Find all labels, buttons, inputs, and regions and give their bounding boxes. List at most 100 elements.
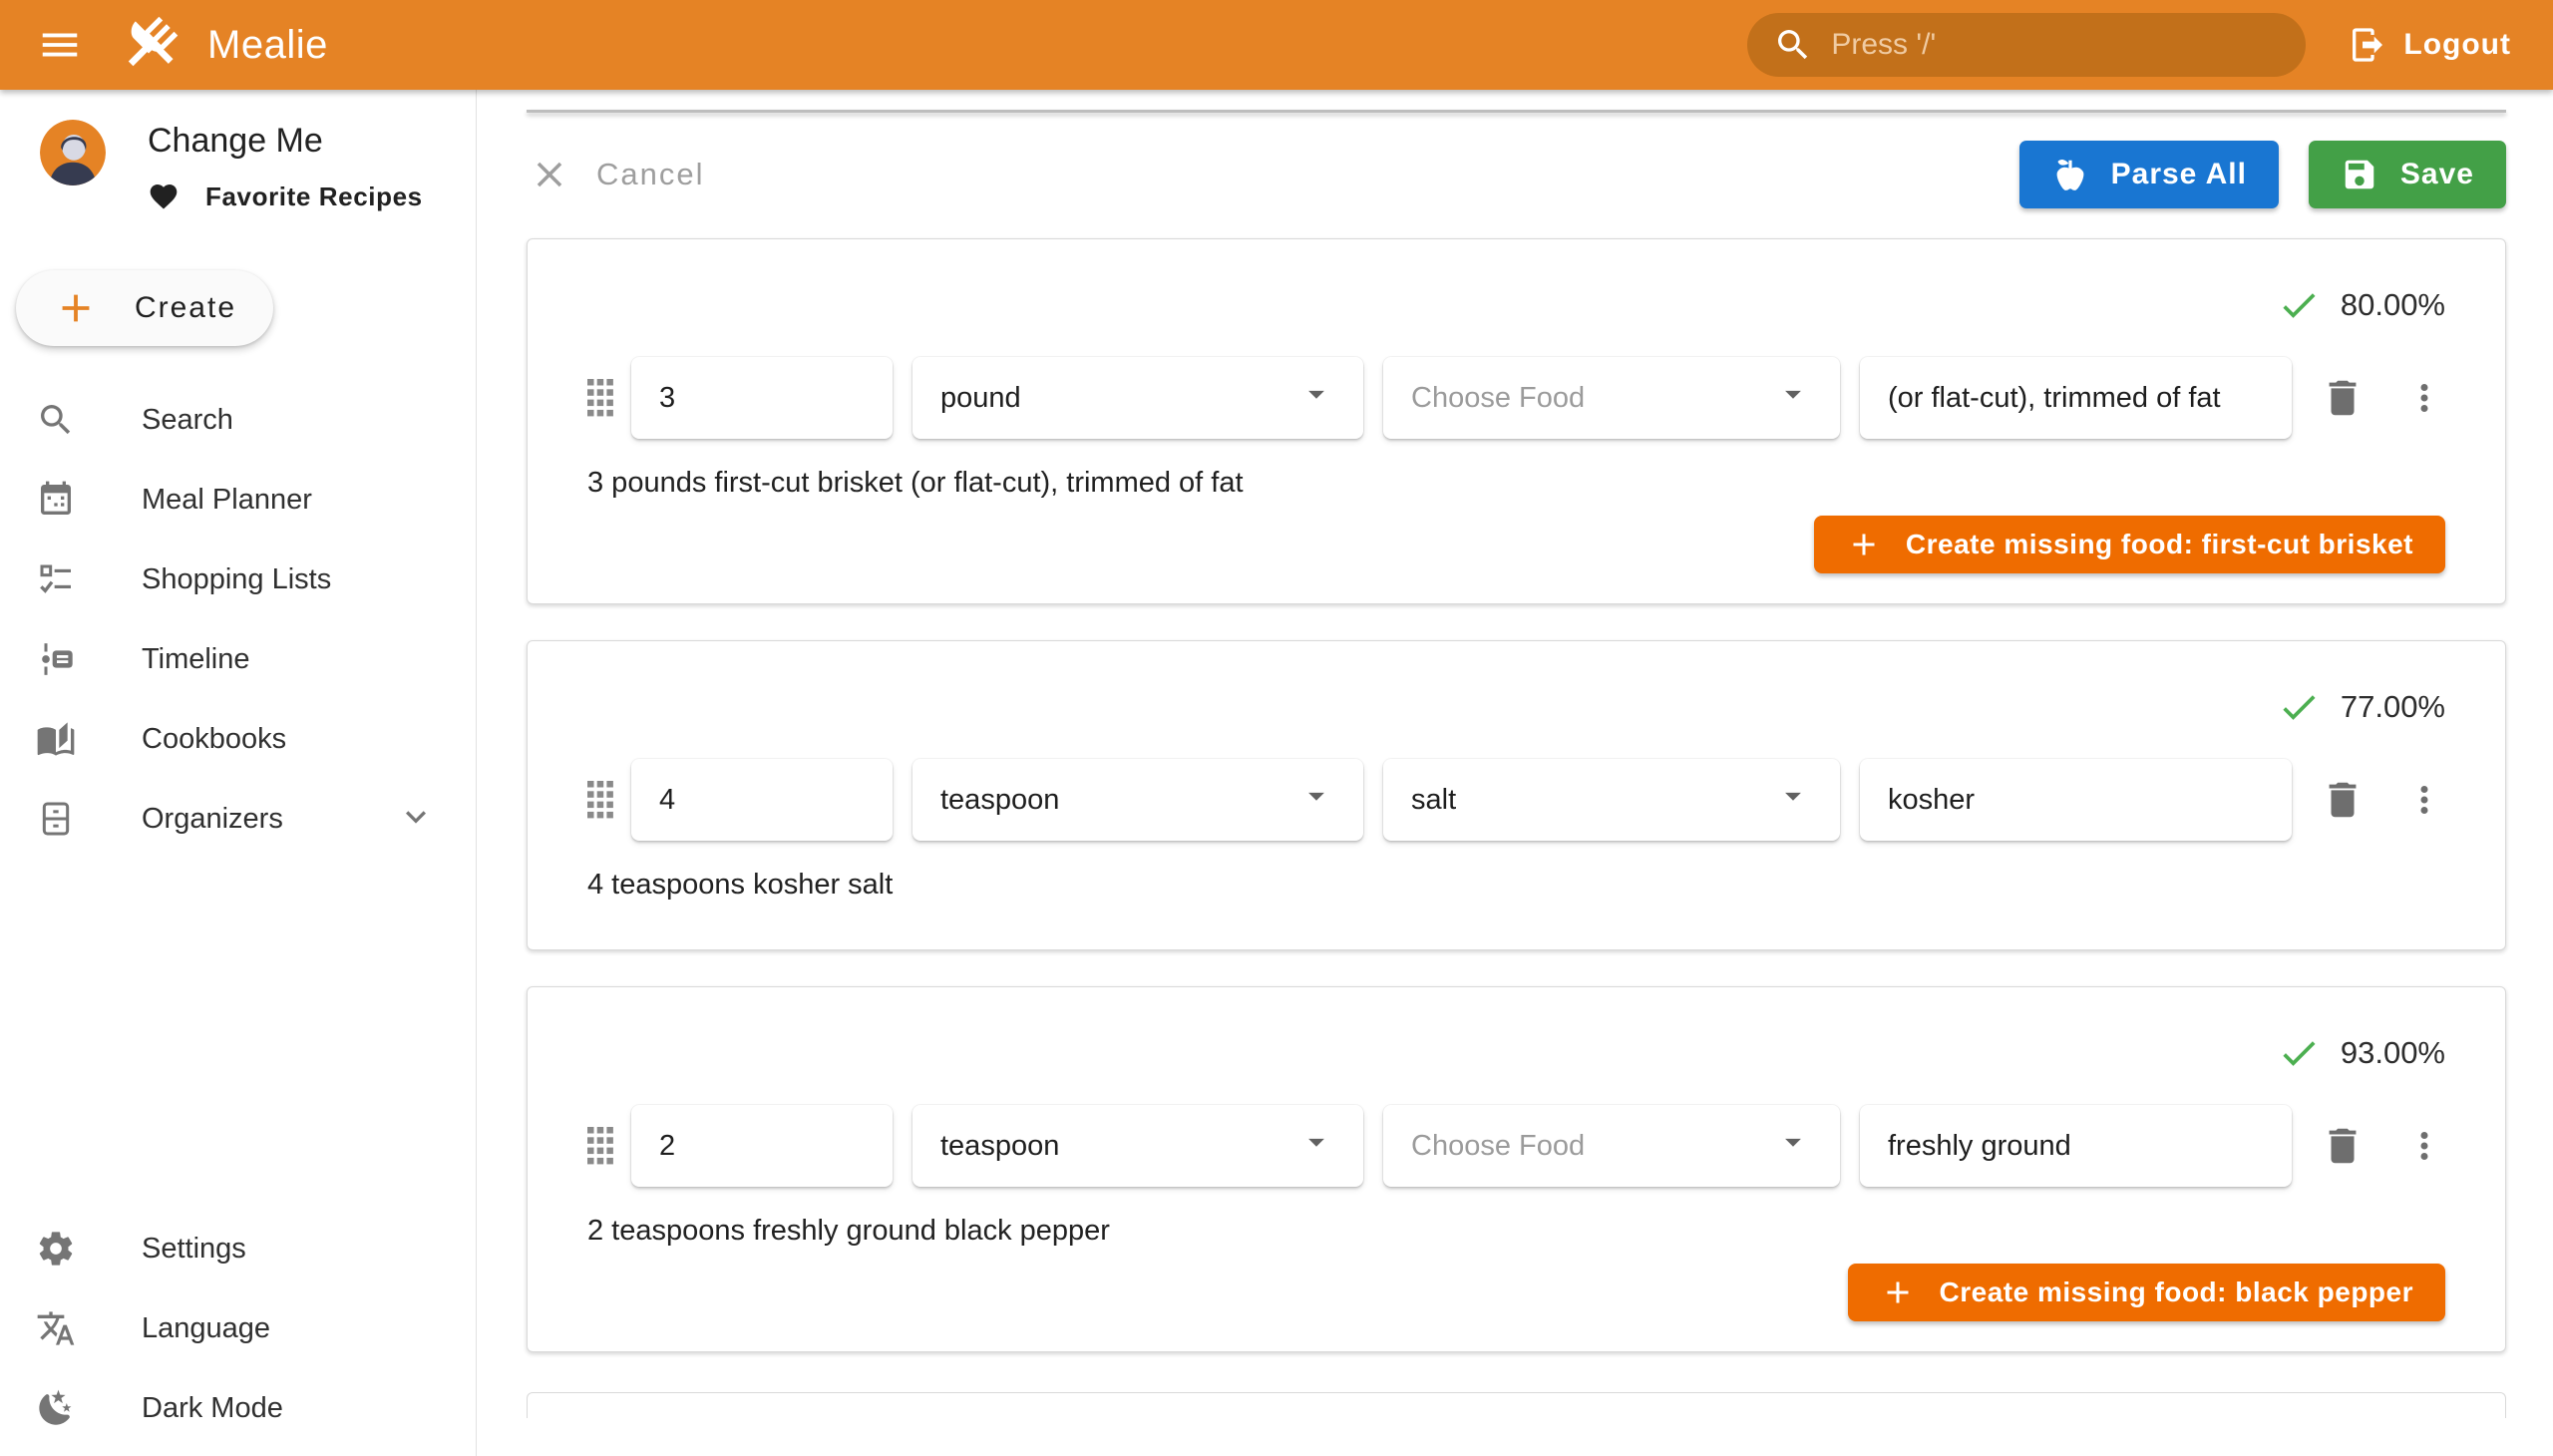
favorite-recipes-link[interactable]: Favorite Recipes — [148, 181, 423, 212]
book-open-icon — [36, 719, 76, 759]
sidebar-footer-nav: Settings Language Dark Mode — [0, 1209, 476, 1456]
missing-food-row: Create missing food: black pepper — [587, 1264, 2445, 1321]
unit-value: teaspoon — [940, 784, 1059, 817]
quantity-input[interactable] — [631, 357, 893, 439]
sidebar-item-label: Timeline — [142, 643, 250, 676]
drag-handle-icon[interactable] — [587, 379, 613, 417]
confidence-value: 80.00% — [2341, 287, 2445, 323]
parse-all-button[interactable]: Parse All — [2019, 141, 2279, 208]
create-missing-food-button[interactable]: Create missing food: first-cut brisket — [1814, 516, 2445, 573]
note-field-wrap — [1860, 357, 2292, 439]
cabinet-icon — [36, 799, 76, 839]
create-button[interactable]: Create — [16, 270, 273, 346]
ingredient-fields-row: teaspoon Choose Food — [587, 1105, 2445, 1187]
ingredient-menu-button[interactable] — [2403, 1125, 2445, 1167]
sidebar-item-dark-mode[interactable]: Dark Mode — [0, 1368, 476, 1448]
food-placeholder: Choose Food — [1411, 382, 1585, 415]
confidence-row: 80.00% — [587, 283, 2445, 327]
logout-button[interactable]: Logout — [2340, 15, 2519, 75]
sidebar-item-label: Shopping Lists — [142, 563, 331, 596]
moon-stars-icon — [36, 1388, 76, 1428]
unit-value: pound — [940, 382, 1021, 415]
menu-icon[interactable] — [34, 19, 86, 71]
missing-food-row: Create missing food: first-cut brisket — [587, 516, 2445, 573]
previous-card-bottom-edge — [527, 110, 2506, 113]
drag-handle-icon[interactable] — [587, 781, 613, 819]
ingredient-menu-button[interactable] — [2403, 377, 2445, 419]
ingredient-menu-button[interactable] — [2403, 779, 2445, 821]
toolbar-actions: Parse All Save — [2019, 141, 2506, 208]
confidence-value: 77.00% — [2341, 689, 2445, 725]
sidebar-item-organizers[interactable]: Organizers — [0, 779, 476, 859]
menu-down-icon — [1297, 375, 1335, 421]
quantity-input[interactable] — [631, 759, 893, 841]
cancel-button[interactable]: Cancel — [527, 146, 725, 203]
create-missing-food-label: Create missing food: black pepper — [1940, 1276, 2414, 1308]
sidebar-item-label: Language — [142, 1312, 270, 1345]
sidebar-item-timeline[interactable]: Timeline — [0, 619, 476, 699]
quantity-input[interactable] — [631, 1105, 893, 1187]
search-bar[interactable] — [1747, 13, 2306, 77]
food-value: salt — [1411, 784, 1456, 817]
delete-ingredient-button[interactable] — [2320, 1123, 2366, 1169]
sidebar-item-label: Organizers — [142, 803, 283, 836]
confidence-row: 93.00% — [587, 1031, 2445, 1075]
sidebar-item-shopping-lists[interactable]: Shopping Lists — [0, 540, 476, 619]
favorite-recipes-label: Favorite Recipes — [205, 182, 423, 212]
ingredient-fields-row: teaspoon salt — [587, 759, 2445, 841]
sidebar-item-meal-planner[interactable]: Meal Planner — [0, 460, 476, 540]
create-missing-food-button[interactable]: Create missing food: black pepper — [1848, 1264, 2446, 1321]
kebab-icon — [2403, 779, 2445, 821]
confidence-value: 93.00% — [2341, 1035, 2445, 1071]
unit-select[interactable]: teaspoon — [912, 759, 1363, 841]
sidebar-item-search[interactable]: Search — [0, 380, 476, 460]
trash-icon — [2320, 777, 2366, 823]
sidebar-item-label: Cookbooks — [142, 723, 286, 756]
sidebar-nav: Search Meal Planner Shopping Lists — [0, 380, 476, 859]
cancel-label: Cancel — [596, 157, 705, 192]
sidebar: Change Me Favorite Recipes Create Search… — [0, 90, 477, 1456]
unit-select[interactable]: teaspoon — [912, 1105, 1363, 1187]
delete-ingredient-button[interactable] — [2320, 777, 2366, 823]
sidebar-item-language[interactable]: Language — [0, 1288, 476, 1368]
calendar-icon — [36, 480, 76, 520]
save-label: Save — [2400, 158, 2474, 191]
food-select[interactable]: Choose Food — [1383, 1105, 1840, 1187]
avatar[interactable] — [40, 120, 106, 185]
original-ingredient-text: 4 teaspoons kosher salt — [587, 869, 2445, 902]
check-icon — [2277, 685, 2321, 729]
sidebar-item-settings[interactable]: Settings — [0, 1209, 476, 1288]
original-ingredient-text: 2 teaspoons freshly ground black pepper — [587, 1215, 2445, 1248]
sidebar-item-label: Dark Mode — [142, 1392, 283, 1425]
timeline-icon — [36, 639, 76, 679]
note-input[interactable] — [1860, 357, 2292, 439]
mealie-logo-icon — [118, 13, 182, 77]
menu-down-icon — [1297, 777, 1335, 823]
search-input[interactable] — [1831, 28, 2280, 62]
close-icon — [529, 154, 570, 195]
note-input[interactable] — [1860, 1105, 2292, 1187]
chevron-down-icon[interactable] — [396, 797, 436, 842]
delete-ingredient-button[interactable] — [2320, 375, 2366, 421]
unit-value: teaspoon — [940, 1130, 1059, 1163]
food-select[interactable]: Choose Food — [1383, 357, 1840, 439]
logout-icon — [2348, 25, 2387, 65]
save-icon — [2341, 156, 2378, 193]
drag-handle-icon[interactable] — [587, 1127, 613, 1165]
sidebar-item-label: Search — [142, 404, 233, 437]
search-icon — [1773, 25, 1813, 65]
unit-select[interactable]: pound — [912, 357, 1363, 439]
menu-down-icon — [1774, 1123, 1812, 1169]
sidebar-item-cookbooks[interactable]: Cookbooks — [0, 699, 476, 779]
note-input[interactable] — [1860, 759, 2292, 841]
save-button[interactable]: Save — [2309, 141, 2506, 208]
food-select[interactable]: salt — [1383, 759, 1840, 841]
profile-section: Change Me Favorite Recipes — [0, 90, 476, 212]
heart-icon — [148, 181, 180, 212]
kebab-icon — [2403, 1125, 2445, 1167]
topbar-right: Logout — [1747, 13, 2519, 77]
translate-icon — [36, 1308, 76, 1348]
check-icon — [2277, 1031, 2321, 1075]
trash-icon — [2320, 375, 2366, 421]
sidebar-item-label: Settings — [142, 1233, 246, 1266]
